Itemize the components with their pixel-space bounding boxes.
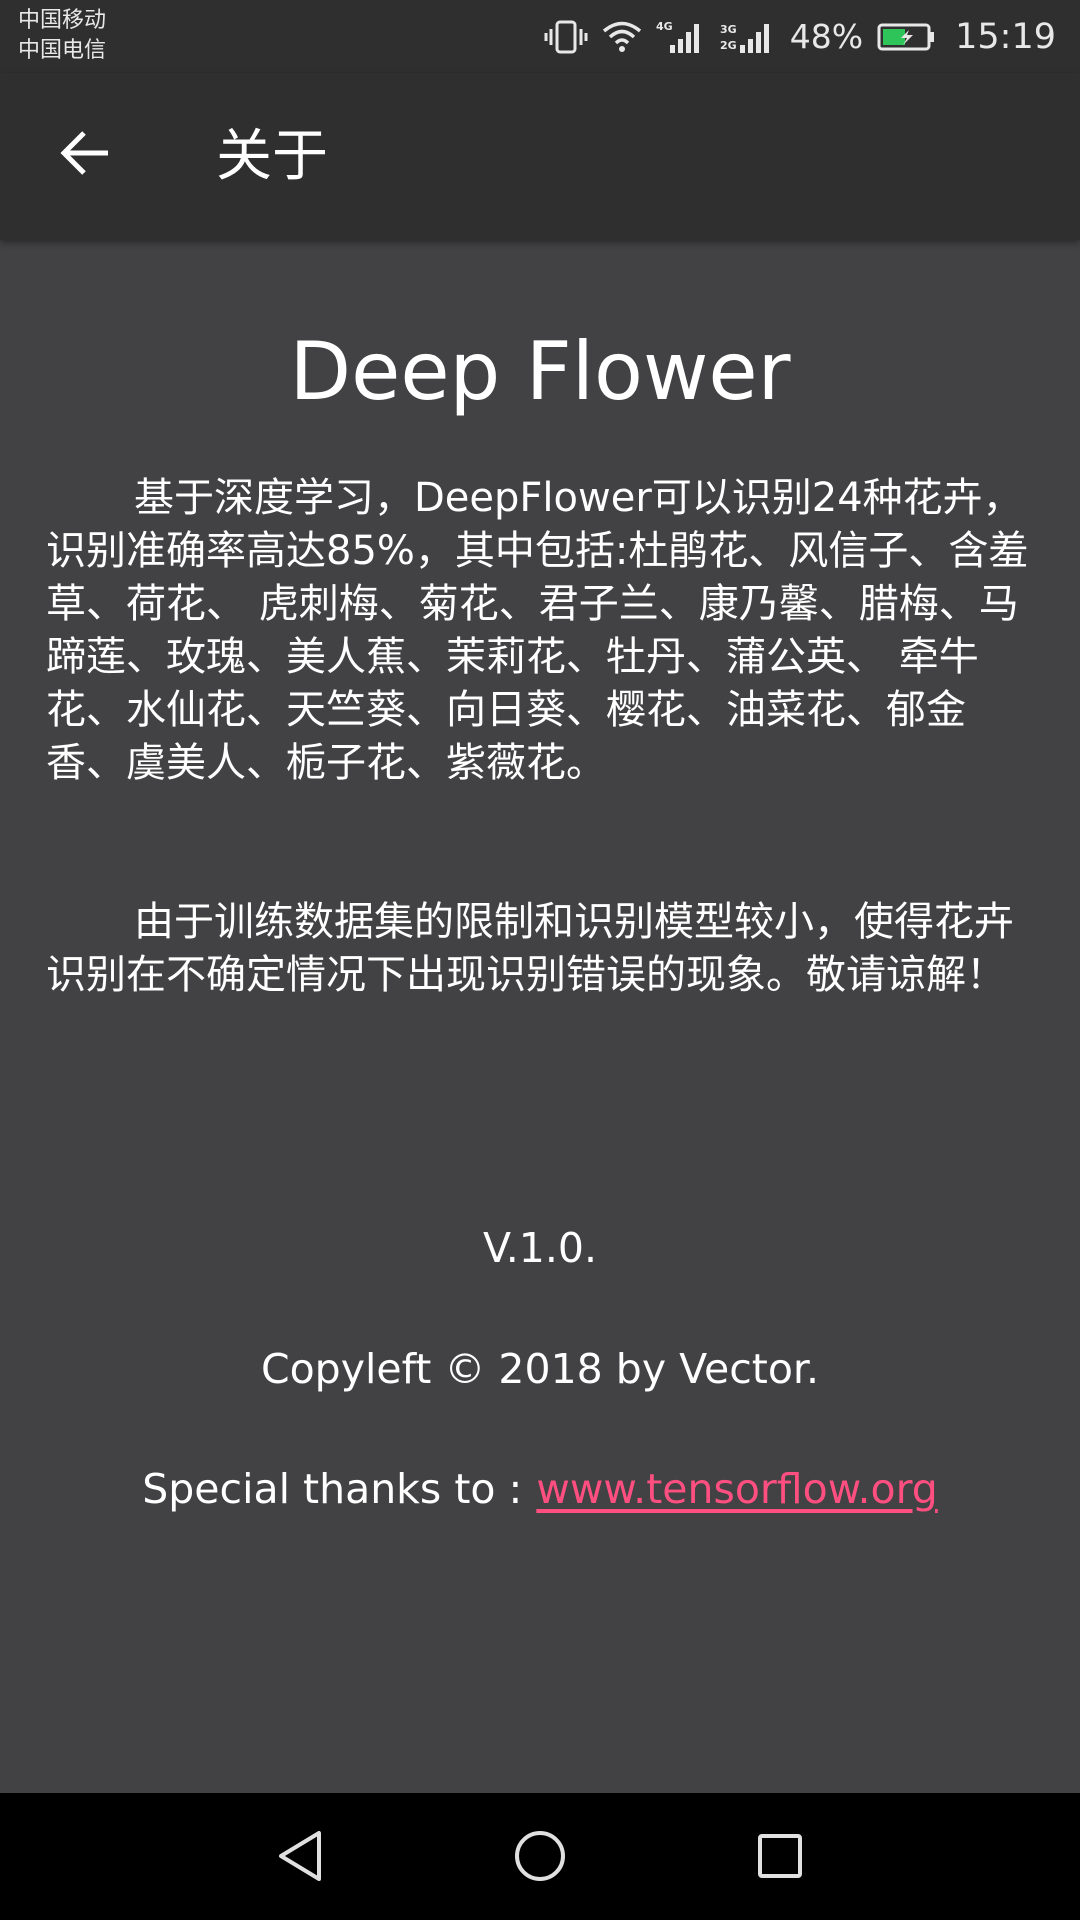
nav-home-icon bbox=[513, 1829, 567, 1887]
nav-home-button[interactable] bbox=[500, 1818, 580, 1898]
disclaimer-paragraph: 由于训练数据集的限制和识别模型较小，使得花卉识别在不确定情况下出现识别错误的现象… bbox=[46, 899, 1014, 998]
app-name-heading: Deep Flower bbox=[289, 325, 791, 418]
carrier-names: 中国移动 中国电信 bbox=[18, 6, 106, 66]
battery-charging-icon bbox=[877, 22, 937, 52]
copyleft-text: Copyleft © 2018 by Vector. bbox=[260, 1345, 820, 1393]
nav-recents-icon bbox=[755, 1831, 805, 1885]
battery-percent: 48% bbox=[789, 17, 864, 56]
nav-recents-button[interactable] bbox=[740, 1818, 820, 1898]
wifi-icon bbox=[602, 20, 642, 54]
special-thanks: Special thanks to : www.tensorflow.org bbox=[0, 1463, 1080, 1515]
vibrate-icon bbox=[544, 19, 588, 55]
carrier-2: 中国电信 bbox=[18, 38, 107, 63]
svg-text:3G: 3G bbox=[720, 23, 737, 36]
arrow-back-icon bbox=[60, 129, 112, 181]
carrier-1: 中国移动 bbox=[18, 8, 107, 33]
navigation-bar bbox=[0, 1793, 1080, 1920]
nav-back-icon bbox=[275, 1829, 325, 1887]
svg-text:2G: 2G bbox=[720, 39, 737, 52]
clock: 15:19 bbox=[955, 16, 1056, 57]
version-text: V.1.0. bbox=[482, 1224, 598, 1272]
page-title: 关于 bbox=[216, 124, 328, 189]
description-paragraph: 基于深度学习，DeepFlower可以识别24种花卉，识别准确率高达85%，其中… bbox=[46, 475, 1029, 786]
about-content: Deep Flower 基于深度学习，DeepFlower可以识别24种花卉，识… bbox=[0, 240, 1080, 1793]
svg-text:4G: 4G bbox=[656, 20, 673, 33]
status-icons: 4G 3G 2G 48% 15:19 bbox=[544, 0, 1056, 73]
signal-3g-2g-icon: 3G 2G bbox=[720, 19, 776, 55]
signal-4g-icon: 4G bbox=[656, 19, 706, 55]
nav-back-button[interactable] bbox=[260, 1818, 340, 1898]
tensorflow-link[interactable]: www.tensorflow.org bbox=[536, 1465, 937, 1513]
app-bar: 关于 bbox=[0, 73, 1080, 240]
thanks-label: Special thanks to : bbox=[142, 1465, 523, 1513]
status-bar: 中国移动 中国电信 4G 3G 2G 48% 15:19 bbox=[0, 0, 1080, 73]
back-button[interactable] bbox=[44, 113, 128, 197]
